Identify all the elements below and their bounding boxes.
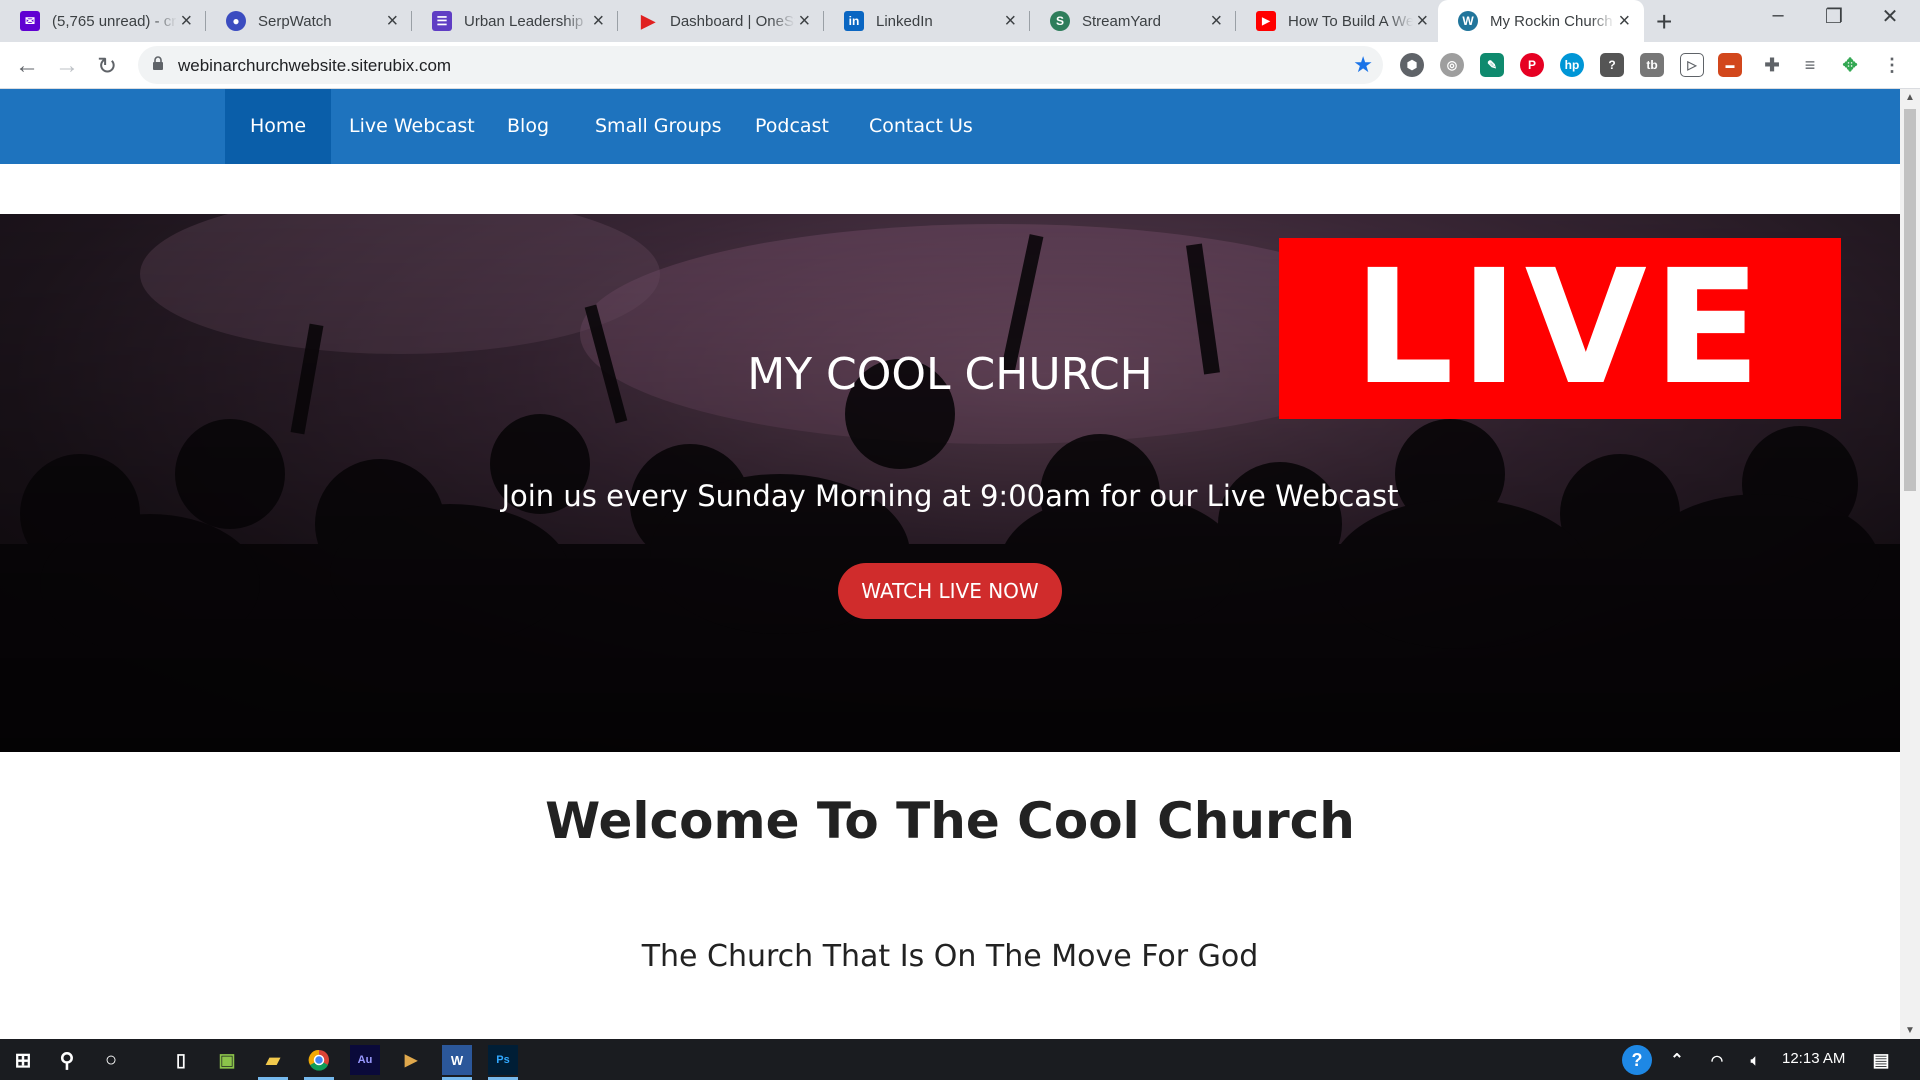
hp-icon[interactable]: hp [1560, 53, 1584, 77]
live-badge-text: LIVE [1353, 236, 1767, 420]
list-icon: ☰ [432, 11, 452, 31]
linkedin-icon: in [844, 11, 864, 31]
chevron-up-icon[interactable]: ⌃ [1662, 1045, 1692, 1075]
extension-icon[interactable]: tb [1640, 53, 1664, 77]
media-queue-icon[interactable]: ≡ [1798, 53, 1822, 77]
media-player-icon[interactable]: ▶ [396, 1045, 426, 1075]
image-viewer-icon[interactable]: ▣ [212, 1045, 242, 1075]
play-icon: ▶ [641, 10, 655, 31]
nav-home[interactable]: Home [225, 89, 332, 164]
site-navigation: Home Live Webcast Blog Small Groups Podc… [0, 89, 1900, 164]
close-tab-icon[interactable]: × [1615, 10, 1634, 33]
notepad-icon[interactable]: ▯ [166, 1045, 196, 1075]
tab-serpwatch[interactable]: ● SerpWatch × [206, 0, 412, 42]
welcome-heading: Welcome To The Cool Church [545, 792, 1355, 850]
watch-live-button[interactable]: WATCH LIVE NOW [838, 563, 1062, 619]
close-tab-icon[interactable]: × [795, 10, 814, 33]
wifi-icon[interactable]: ◠ [1702, 1045, 1732, 1075]
restore-icon[interactable]: ❐ [1814, 4, 1854, 29]
tab-youtube[interactable]: ▶ How To Build A We × [1236, 0, 1442, 42]
welcome-subheading: The Church That Is On The Move For God [641, 939, 1259, 974]
close-tab-icon[interactable]: × [383, 10, 402, 33]
browser-toolbar: ← → ↻ webinarchurchwebsite.siterubix.com… [0, 42, 1920, 89]
bookmark-star-icon[interactable]: ★ [1353, 52, 1373, 78]
windows-taskbar: ⊞ ⚲ ○ ▯ ▣ ▰ Au ▶ W Ps ? ⌃ ◠ 🔈︎ 12:13 AM … [0, 1039, 1920, 1080]
tab-strip: ✉ (5,765 unread) - cr × ● SerpWatch × ☰ … [0, 0, 1920, 42]
web-page: Home Live Webcast Blog Small Groups Podc… [0, 89, 1900, 1039]
scrollbar-thumb[interactable] [1904, 109, 1916, 491]
cortana-icon[interactable]: ○ [96, 1045, 126, 1075]
audition-icon[interactable]: Au [350, 1045, 380, 1075]
streamyard-icon: S [1050, 11, 1070, 31]
menu-icon[interactable]: ⋮ [1880, 53, 1904, 77]
close-window-icon[interactable]: ✕ [1870, 4, 1910, 29]
nav-small-groups[interactable]: Small Groups [570, 89, 747, 164]
lock-icon [153, 56, 163, 70]
tab-linkedin[interactable]: in LinkedIn × [824, 0, 1030, 42]
scroll-up-icon[interactable]: ▲ [1900, 92, 1920, 103]
tab-yahoo-mail[interactable]: ✉ (5,765 unread) - cr × [0, 0, 206, 42]
minimize-icon[interactable]: – [1758, 4, 1798, 27]
photoshop-icon[interactable]: Ps [488, 1045, 518, 1080]
address-bar[interactable]: webinarchurchwebsite.siterubix.com ★ [138, 46, 1383, 84]
scroll-down-icon[interactable]: ▼ [1900, 1025, 1920, 1036]
tab-streamyard[interactable]: S StreamYard × [1030, 0, 1236, 42]
extensions-puzzle-icon[interactable]: ✚ [1760, 53, 1784, 77]
url-text: webinarchurchwebsite.siterubix.com [178, 56, 452, 75]
extension-icon[interactable]: ✎ [1480, 53, 1504, 77]
new-tab-icon[interactable]: + [1656, 6, 1672, 38]
close-tab-icon[interactable]: × [1413, 10, 1432, 33]
reload-icon[interactable]: ↻ [92, 52, 122, 81]
word-icon[interactable]: W [442, 1045, 472, 1080]
serpwatch-icon: ● [226, 11, 246, 31]
nav-blog[interactable]: Blog [482, 89, 574, 164]
search-icon[interactable]: ⚲ [52, 1045, 82, 1075]
tab-dashboard[interactable]: ▶ Dashboard | OneSt × [618, 0, 824, 42]
page-scrollbar[interactable]: ▲ ▼ [1900, 89, 1920, 1039]
hero-banner: MY COOL CHURCH Join us every Sunday Morn… [0, 214, 1900, 752]
extension-icon[interactable]: ▬ [1718, 53, 1742, 77]
nav-live-webcast[interactable]: Live Webcast [324, 89, 500, 164]
chrome-icon[interactable] [304, 1045, 334, 1080]
notifications-icon[interactable]: ▤ [1866, 1045, 1896, 1075]
youtube-icon: ▶ [1256, 11, 1276, 31]
tab-urban-leadership[interactable]: ☰ Urban Leadership × [412, 0, 618, 42]
help-icon[interactable]: ? [1600, 53, 1624, 77]
volume-icon[interactable]: 🔈︎ [1740, 1045, 1770, 1075]
close-tab-icon[interactable]: × [1207, 10, 1226, 33]
back-icon[interactable]: ← [12, 52, 42, 80]
extension-icon[interactable]: ⬢ [1400, 53, 1424, 77]
nav-podcast[interactable]: Podcast [730, 89, 854, 164]
close-tab-icon[interactable]: × [177, 10, 196, 33]
taskbar-clock[interactable]: 12:13 AM [1782, 1050, 1845, 1067]
wordpress-icon: W [1458, 11, 1478, 31]
tab-my-rockin-church[interactable]: W My Rockin Church × [1438, 0, 1644, 42]
nav-contact-us[interactable]: Contact Us [844, 89, 998, 164]
close-tab-icon[interactable]: × [589, 10, 608, 33]
hero-tagline: Join us every Sunday Morning at 9:00am f… [501, 479, 1399, 513]
live-badge: LIVE [1279, 238, 1841, 419]
file-explorer-icon[interactable]: ▰ [258, 1045, 288, 1080]
extension-icon[interactable]: ▷ [1680, 53, 1704, 77]
extension-icon[interactable]: ✥ [1838, 53, 1862, 77]
pinterest-icon[interactable]: P [1520, 53, 1544, 77]
extension-icon[interactable]: ◎ [1440, 53, 1464, 77]
yahoo-mail-icon: ✉ [20, 11, 40, 31]
windows-start-icon[interactable]: ⊞ [8, 1045, 38, 1075]
help-icon[interactable]: ? [1622, 1045, 1652, 1075]
close-tab-icon[interactable]: × [1001, 10, 1020, 33]
forward-icon[interactable]: → [52, 52, 82, 80]
